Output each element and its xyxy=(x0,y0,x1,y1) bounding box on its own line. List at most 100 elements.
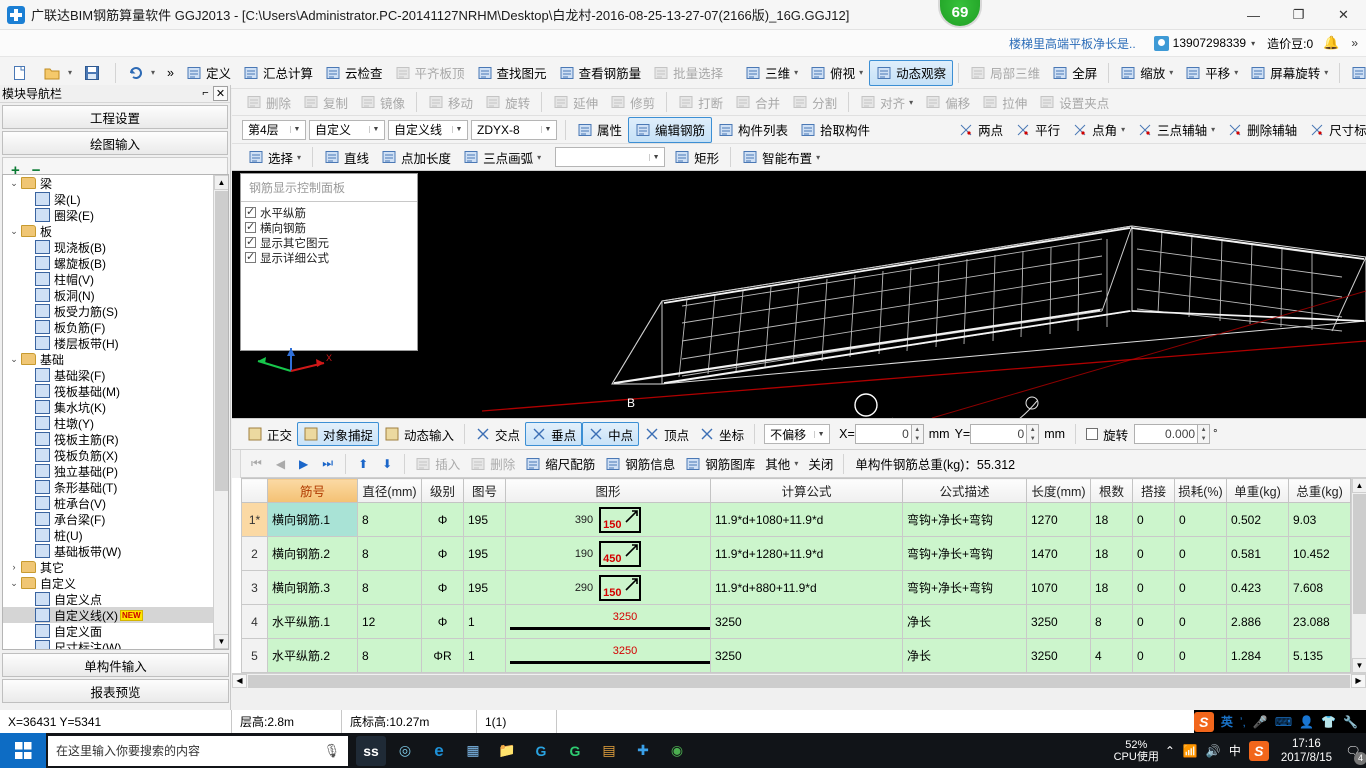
column-header-单重kg[interactable]: 单重(kg) xyxy=(1226,478,1289,503)
toolbar-button-查看钢筋量[interactable]: 查看钢筋量 xyxy=(553,60,648,86)
chevron-down-icon[interactable]: ⌄ xyxy=(7,226,21,237)
cell-drawing-no[interactable]: 195 xyxy=(463,570,506,605)
cell-formula-desc[interactable]: 弯钩+净长+弯钩 xyxy=(902,570,1027,605)
display-option-显示详细公式[interactable]: 显示详细公式 xyxy=(245,250,415,265)
edge-icon[interactable]: e xyxy=(424,736,454,766)
cell-lap[interactable]: 0 xyxy=(1132,638,1175,673)
table-row[interactable]: 3 横向钢筋.3 8 Φ 195 290 150 11.9*d+880+11.9*d 弯钩+净长… xyxy=(241,570,1366,605)
column-header-损耗[interactable]: 损耗(%) xyxy=(1174,478,1227,503)
tree-item-自定义线X[interactable]: 自定义线(X) NEW xyxy=(3,607,214,623)
checkbox-icon[interactable] xyxy=(245,205,256,218)
user-switch-icon[interactable]: 👤 xyxy=(1299,715,1314,729)
view-button-全屏[interactable]: 全屏 xyxy=(1046,60,1103,86)
column-header-计算公式[interactable]: 计算公式 xyxy=(710,478,903,503)
rotate-input[interactable]: 0.000 xyxy=(1134,424,1199,444)
toolbar-overflow-left[interactable]: » xyxy=(161,60,180,86)
column-header-图号[interactable]: 图号 xyxy=(463,478,506,503)
member-selector[interactable]: ZDYX-8 ▼ xyxy=(471,119,557,140)
cell-diameter[interactable]: 12 xyxy=(357,604,422,639)
cell-drawing-no[interactable]: 195 xyxy=(463,502,506,537)
scroll-down-icon[interactable]: ▼ xyxy=(214,634,228,649)
undo-button[interactable]: ▾ xyxy=(121,60,161,86)
column-header-item0[interactable] xyxy=(241,478,268,503)
checkbox-icon[interactable] xyxy=(245,220,256,233)
cell-formula-desc[interactable]: 弯钩+净长+弯钩 xyxy=(902,502,1027,537)
table-vertical-scrollbar[interactable]: ▲ ▼ xyxy=(1351,478,1366,673)
coin-balance[interactable]: 造价豆:0 xyxy=(1267,35,1313,52)
ime-lang-icon[interactable]: 英 xyxy=(1221,713,1233,730)
cell-loss[interactable]: 0 xyxy=(1174,604,1227,639)
cell-rebar-name[interactable]: 横向钢筋.2 xyxy=(267,536,358,571)
cell-length[interactable]: 1470 xyxy=(1026,536,1091,571)
tree-folder-梁[interactable]: ⌄ 梁 xyxy=(3,175,214,191)
snap-mode-动态输入[interactable]: 动态输入 xyxy=(379,422,459,446)
element-tree[interactable]: ⌄ 梁梁(L) 圈梁(E) ⌄ 板现浇板(B) 螺旋板(B) 柱帽(V) 板洞(N) 板受力筋(… xyxy=(2,174,229,650)
view-button-缩放[interactable]: 缩放 ▾ xyxy=(1114,60,1179,86)
cell-count[interactable]: 18 xyxy=(1090,502,1133,537)
cell-formula-desc[interactable]: 净长 xyxy=(902,604,1027,639)
draw-button-智能布置[interactable]: 智能布置 ▾ xyxy=(736,144,826,170)
axis-button-平行[interactable]: 平行 xyxy=(1009,117,1066,143)
cell-count[interactable]: 18 xyxy=(1090,536,1133,571)
view-button-屏幕旋转[interactable]: 屏幕旋转 ▾ xyxy=(1244,60,1334,86)
offset-mode-selector[interactable]: 不偏移 ▼ xyxy=(764,424,831,444)
floor-selector[interactable]: 第4层 ▼ xyxy=(242,119,306,140)
draw-extra-selector[interactable]: ▼ xyxy=(555,147,666,167)
rebar-table-container[interactable]: 筋号 直径(mm) 级别 图号 图形 计算公式 公式描述 长度(mm) 根数 搭接 损耗(%) 单重(… xyxy=(232,478,1366,688)
user-account[interactable]: 13907298339 ▾ xyxy=(1153,35,1255,51)
column-header-直径mm[interactable]: 直径(mm) xyxy=(357,478,422,503)
close-panel-icon[interactable]: ✕ xyxy=(213,86,228,101)
action-center-button[interactable]: 🗨 4 xyxy=(1340,736,1366,766)
cell-rebar-name[interactable]: 水平纵筋.2 xyxy=(267,638,358,673)
tree-item-圈梁E[interactable]: 圈梁(E) xyxy=(3,207,214,223)
cell-shape[interactable]: 390 150 xyxy=(505,502,711,537)
snap-point-坐标[interactable]: 坐标 xyxy=(694,422,749,446)
table-row[interactable]: 5水平纵筋.28ΦR132503250净长32504001.2845.135直筋 xyxy=(241,638,1366,673)
tree-item-基础梁F[interactable]: 基础梁(F) xyxy=(3,367,214,383)
cell-diameter[interactable]: 8 xyxy=(357,536,422,571)
axis-button-两点[interactable]: 两点 xyxy=(952,117,1009,143)
tree-item-筏板主筋R[interactable]: 筏板主筋(R) xyxy=(3,431,214,447)
rebar-display-control-panel[interactable]: 钢筋显示控制面板 水平纵筋横向钢筋显示其它图元显示详细公式 xyxy=(240,173,418,351)
tree-folder-板[interactable]: ⌄ 板 xyxy=(3,223,214,239)
cell-shape[interactable]: 3250 xyxy=(505,638,711,673)
scroll-thumb[interactable] xyxy=(215,191,228,491)
snap-point-中点[interactable]: 中点 xyxy=(582,422,640,446)
taskview-icon[interactable]: ss xyxy=(356,735,386,766)
checkbox-icon[interactable] xyxy=(245,235,256,248)
tree-item-基础板带W[interactable]: 基础板带(W) xyxy=(3,543,214,559)
grid-action-钢筋信息[interactable]: 钢筋信息 xyxy=(600,453,680,475)
view-button-动态观察[interactable]: 动态观察 xyxy=(869,59,954,86)
cell-formula[interactable]: 3250 xyxy=(710,638,903,673)
column-header-筋号[interactable]: 筋号 xyxy=(267,478,358,503)
grid-move-up[interactable]: ⬆ xyxy=(351,457,375,471)
grid-nav-1[interactable]: ◀ xyxy=(269,457,292,471)
tree-item-集水坑K[interactable]: 集水坑(K) xyxy=(3,399,214,415)
tree-item-自定义面[interactable]: 自定义面 xyxy=(3,623,214,639)
draw-button-矩形[interactable]: 矩形 xyxy=(668,144,725,170)
row-number[interactable]: 5 xyxy=(241,638,268,673)
cell-diameter[interactable]: 8 xyxy=(357,638,422,673)
scroll-up-icon[interactable]: ▲ xyxy=(1352,478,1366,493)
cell-loss[interactable]: 0 xyxy=(1174,638,1227,673)
cell-grade[interactable]: Φ xyxy=(421,536,464,571)
cell-drawing-no[interactable]: 1 xyxy=(463,638,506,673)
taskbar-search-input[interactable]: 在这里输入你要搜索的内容 🎙 xyxy=(48,735,348,766)
ime-mode-indicator[interactable]: 中 xyxy=(1229,742,1241,759)
cell-diameter[interactable]: 8 xyxy=(357,570,422,605)
sogou-ime-icon[interactable]: S xyxy=(1193,711,1214,732)
promo-link[interactable]: 楼梯里高端平板净长是.. xyxy=(1009,35,1136,52)
spiral-app-icon[interactable]: ◎ xyxy=(390,736,420,766)
grid-nav-3[interactable]: ⏭ xyxy=(315,456,340,471)
cell-length[interactable]: 3250 xyxy=(1026,638,1091,673)
tree-folder-其它[interactable]: › 其它 xyxy=(3,559,214,575)
drawing-input-button[interactable]: 绘图输入 xyxy=(2,131,228,155)
tree-item-独立基础P[interactable]: 独立基础(P) xyxy=(3,463,214,479)
tree-item-尺寸标注W[interactable]: 尺寸标注(W) xyxy=(3,639,214,649)
cell-grade[interactable]: Φ xyxy=(421,604,464,639)
maximize-button[interactable]: ❐ xyxy=(1276,0,1321,30)
tree-scrollbar[interactable]: ▲ ▼ xyxy=(213,175,228,649)
cell-formula-desc[interactable]: 净长 xyxy=(902,638,1027,673)
axis-button-点角[interactable]: 点角 ▾ xyxy=(1066,117,1131,143)
column-header-长度mm[interactable]: 长度(mm) xyxy=(1026,478,1091,503)
